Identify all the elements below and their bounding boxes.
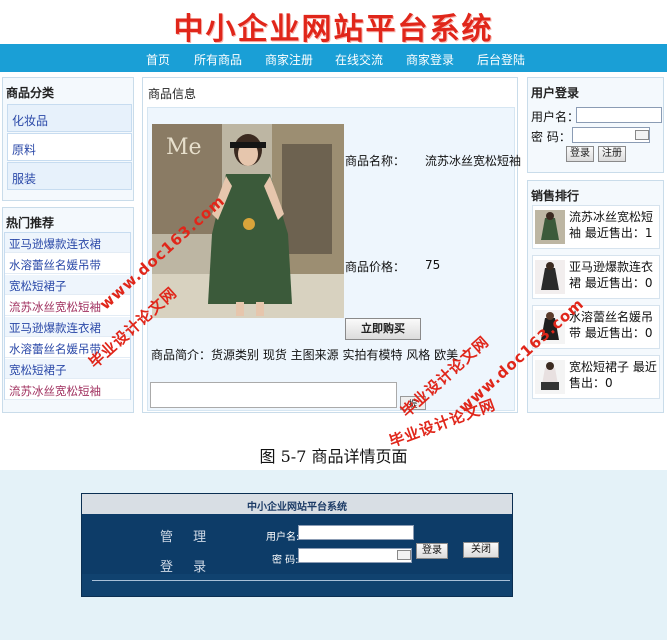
- register-button[interactable]: 注册: [598, 146, 626, 162]
- product-intro: 商品简介：货源类别 现货 主图来源 实拍有模特 风格 欧美: [151, 348, 459, 362]
- product-section-title: 商品信息: [148, 87, 197, 101]
- ranking-item-text: 亚马逊爆款连衣裙 最近售出：0: [569, 260, 654, 290]
- admin-divider: [92, 580, 510, 581]
- admin-username-input[interactable]: [298, 525, 414, 540]
- product-price-value: 75: [425, 258, 441, 272]
- site-title: 中小企业网站平台系统: [173, 12, 494, 47]
- category-item-materials[interactable]: 原料: [7, 133, 132, 161]
- header-banner: 中小企业网站平台系统: [0, 0, 667, 47]
- hot-item-label: 流苏冰丝宽松短袖: [9, 384, 101, 398]
- hot-item[interactable]: 流苏冰丝宽松短袖: [5, 380, 130, 400]
- product-image: Me: [152, 124, 344, 318]
- hot-item-label: 亚马逊爆款连衣裙: [9, 321, 101, 335]
- hot-item[interactable]: 宽松短裙子: [5, 359, 130, 379]
- nav-merchant-register[interactable]: 商家注册: [265, 51, 313, 68]
- category-item-clothing[interactable]: 服装: [7, 162, 132, 190]
- admin-header-title: 中小企业网站平台系统: [247, 502, 347, 513]
- product-name-value: 流苏冰丝宽松短袖: [425, 154, 522, 168]
- admin-login-text: 登 录: [160, 560, 215, 575]
- admin-username-label: 用户名:: [266, 532, 300, 543]
- category-box: 商品分类 化妆品 原料 服装: [2, 77, 134, 201]
- keyboard-icon[interactable]: [397, 550, 411, 560]
- comment-input[interactable]: [150, 382, 397, 408]
- admin-password-label: 密 码:: [272, 555, 299, 566]
- nav-online-chat[interactable]: 在线交流: [335, 51, 383, 68]
- hot-title: 热门推荐: [6, 216, 55, 230]
- main-nav: 首页 所有商品 商家注册 在线交流 商家登录 后台登陆: [0, 44, 667, 72]
- hot-list: 亚马逊爆款连衣裙 水溶蕾丝名媛吊带 宽松短裙子 流苏冰丝宽松短袖 亚马逊爆款连衣…: [4, 232, 131, 400]
- keyboard-icon[interactable]: [635, 130, 649, 140]
- nav-admin-login[interactable]: 后台登陆: [477, 51, 525, 68]
- product-price-label: 商品价格：: [345, 260, 406, 274]
- login-button[interactable]: 登录: [566, 146, 594, 162]
- category-title: 商品分类: [6, 86, 55, 100]
- ranking-item[interactable]: 亚马逊爆款连衣裙 最近售出：0: [532, 255, 660, 299]
- hot-item-label: 亚马逊爆款连衣裙: [9, 237, 101, 251]
- product-thumbnail-icon: [535, 360, 565, 394]
- category-item-cosmetics[interactable]: 化妆品: [7, 104, 132, 132]
- user-login-title: 用户登录: [531, 86, 580, 100]
- svg-text:Me: Me: [166, 135, 202, 160]
- product-photo-svg: Me: [152, 124, 344, 318]
- hot-item-label: 宽松短裙子: [9, 363, 67, 377]
- admin-password-input[interactable]: [298, 548, 412, 563]
- hot-item-label: 宽松短裙子: [9, 279, 67, 293]
- product-thumbnail-icon: [535, 260, 565, 294]
- hot-item[interactable]: 水溶蕾丝名媛吊带: [5, 254, 130, 274]
- password-input[interactable]: [572, 127, 650, 143]
- username-input[interactable]: [576, 107, 662, 123]
- ranking-item[interactable]: 宽松短裙子 最近售出：0: [532, 355, 660, 399]
- nav-home[interactable]: 首页: [146, 51, 170, 68]
- ranking-item[interactable]: 流苏冰丝宽松短袖 最近售出：1: [532, 205, 660, 249]
- ranking-item-text: 宽松短裙子 最近售出：0: [569, 360, 657, 390]
- nav-all-products[interactable]: 所有商品: [194, 51, 242, 68]
- category-label: 化妆品: [12, 114, 49, 128]
- figure-caption: 图 5-7 商品详情页面: [259, 447, 408, 466]
- ranking-item-text: 水溶蕾丝名媛吊带 最近售出：0: [569, 310, 654, 340]
- nav-merchant-login[interactable]: 商家登录: [406, 51, 454, 68]
- buy-now-button[interactable]: 立即购买: [345, 318, 421, 340]
- admin-header: 中小企业网站平台系统: [82, 494, 512, 514]
- password-label: 密 码：: [531, 130, 571, 144]
- sales-ranking-box: 销售排行 流苏冰丝宽松短袖 最近售出：1 亚马逊爆款连衣裙 最近售出：0 水溶蕾…: [527, 180, 664, 413]
- user-login-box: 用户登录 用户名： 密 码： 登录 注册: [527, 77, 664, 173]
- admin-login-button[interactable]: 登录: [416, 543, 448, 559]
- hot-item-label: 流苏冰丝宽松短袖: [9, 300, 101, 314]
- category-label: 服装: [12, 172, 37, 186]
- category-label: 原料: [12, 143, 37, 157]
- ranking-title: 销售排行: [531, 189, 580, 203]
- product-thumbnail-icon: [535, 210, 565, 244]
- hot-item[interactable]: 亚马逊爆款连衣裙: [5, 233, 130, 253]
- product-name-label: 商品名称：: [345, 154, 406, 168]
- admin-login-panel: 中小企业网站平台系统 管 理 登 录 用户名: 密 码: 登录 关闭: [81, 493, 513, 597]
- username-label: 用户名：: [531, 110, 580, 124]
- hot-item-label: 水溶蕾丝名媛吊带: [9, 258, 101, 272]
- ranking-item-text: 流苏冰丝宽松短袖 最近售出：1: [569, 210, 654, 240]
- admin-close-button[interactable]: 关闭: [463, 542, 499, 558]
- admin-manage-text: 管 理: [160, 530, 215, 545]
